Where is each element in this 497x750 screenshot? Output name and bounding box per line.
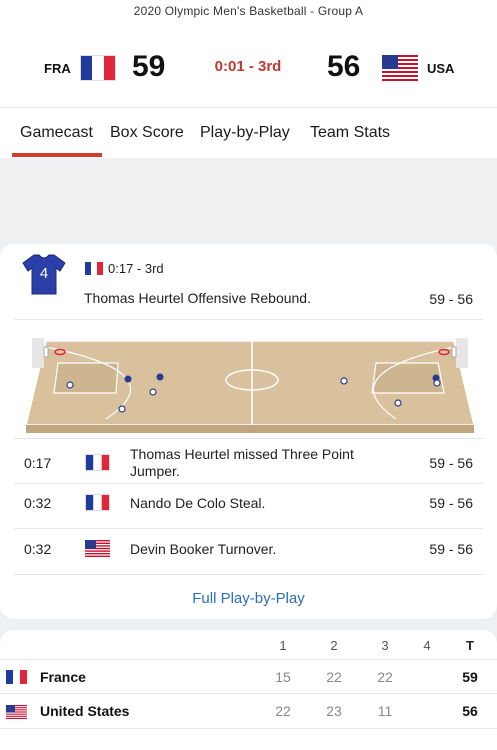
usa-flag-icon — [85, 540, 110, 557]
play-time: 0:17 — [24, 455, 52, 471]
quarter-header: 2 — [330, 638, 338, 653]
france-flag-icon — [6, 670, 27, 684]
away-team-abbr: USA — [427, 61, 455, 76]
event-title: 2020 Olympic Men's Basketball - Group A — [133, 4, 364, 18]
jersey-icon: 4 — [22, 253, 66, 295]
quarter-score: 15 — [275, 669, 291, 685]
away-score: 56 — [327, 50, 361, 83]
quarter-header: 1 — [279, 638, 287, 653]
last-play-description: Thomas Heurtel Offensive Rebound. — [84, 290, 311, 306]
play-description: Nando De Colo Steal. — [130, 495, 266, 511]
last-play-score: 59 - 56 — [429, 291, 473, 307]
gamecast-tabs: Gamecast Box Score Play-by-Play Team Sta… — [0, 108, 497, 158]
team-name: France — [40, 669, 86, 685]
total-header: T — [466, 638, 474, 653]
france-flag-icon — [80, 55, 116, 81]
table-divider — [0, 728, 497, 729]
play-description: Thomas Heurtel missed Three Point Jumper… — [130, 446, 354, 479]
quarter-score: 11 — [377, 703, 393, 719]
game-clock: 0:01 - 3rd — [214, 58, 282, 75]
france-flag-icon — [85, 494, 110, 511]
france-flag-icon — [85, 262, 103, 275]
shot-chart-court — [25, 333, 475, 433]
table-divider — [0, 659, 497, 660]
full-play-by-play-link[interactable]: Full Play-by-Play — [0, 590, 497, 607]
france-flag-icon — [85, 454, 110, 471]
usa-flag-icon — [382, 55, 418, 81]
play-score: 59 - 56 — [429, 455, 473, 471]
quarter-score: 22 — [275, 703, 291, 719]
table-divider — [0, 693, 497, 694]
play-score: 59 - 56 — [429, 495, 473, 511]
scoreboard-header: 2020 Olympic Men's Basketball - Group A … — [0, 0, 497, 108]
divider — [14, 438, 483, 439]
team-name: United States — [40, 703, 130, 719]
tab-gamecast[interactable]: Gamecast — [20, 124, 93, 142]
quarter-header: 4 — [423, 638, 431, 653]
team-total: 56 — [462, 703, 478, 719]
divider — [14, 528, 483, 529]
tab-box-score[interactable]: Box Score — [110, 124, 184, 142]
divider — [14, 483, 483, 484]
play-score: 59 - 56 — [429, 541, 473, 557]
quarter-header: 3 — [381, 638, 389, 653]
quarter-score: 23 — [326, 703, 342, 719]
divider — [14, 319, 483, 320]
play-time: 0:32 — [24, 495, 52, 511]
tab-team-stats[interactable]: Team Stats — [310, 124, 390, 142]
home-score: 59 — [132, 50, 166, 83]
play-time: 0:32 — [24, 541, 52, 557]
play-description: Devin Booker Turnover. — [130, 541, 277, 557]
quarter-score: 22 — [326, 669, 342, 685]
divider — [14, 574, 483, 575]
home-team-abbr: FRA — [44, 61, 71, 76]
tab-play-by-play[interactable]: Play-by-Play — [200, 124, 290, 142]
jersey-number: 4 — [39, 265, 49, 282]
quarter-score: 22 — [377, 669, 393, 685]
usa-flag-icon — [6, 705, 27, 719]
active-tab-indicator — [12, 153, 102, 157]
last-play-time: 0:17 - 3rd — [108, 261, 164, 276]
team-total: 59 — [462, 669, 478, 685]
